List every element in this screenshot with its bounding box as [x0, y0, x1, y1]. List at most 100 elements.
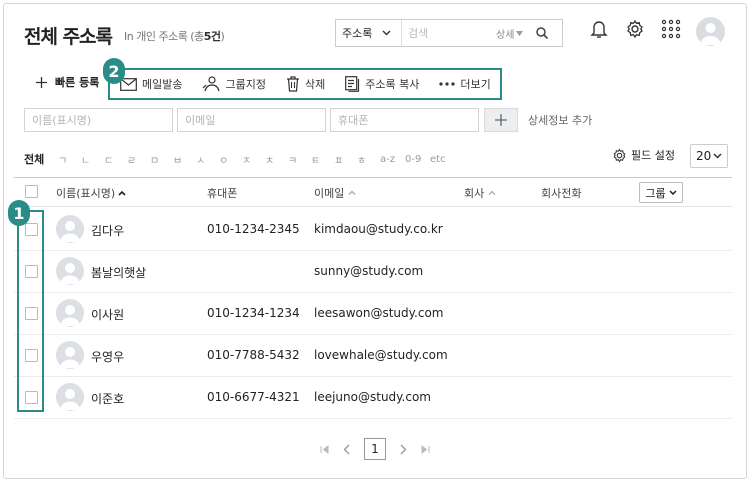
copy-document-icon: [345, 76, 360, 92]
callout-badge-2: 2: [103, 58, 125, 84]
bell-icon[interactable]: [588, 18, 610, 40]
add-contact-button[interactable]: [484, 108, 518, 132]
table-row[interactable]: 우영우 010-7788-5432 lovewhale@study.com: [0, 334, 740, 376]
search-scope-select[interactable]: 주소록: [336, 20, 402, 46]
initial-filter-2[interactable]: ㄴ: [81, 152, 104, 167]
trash-icon: [286, 76, 299, 92]
more-button[interactable]: 더보기: [439, 76, 491, 92]
select-all-checkbox[interactable]: [25, 185, 38, 198]
field-setting-label: 필드 설정: [631, 149, 675, 162]
contact-avatar: [56, 341, 84, 369]
phone-field[interactable]: [330, 108, 479, 132]
address-book-subtitle: In 개인 주소록 (총5건): [124, 28, 225, 44]
last-page-icon[interactable]: [421, 444, 430, 454]
search-input[interactable]: [402, 26, 496, 40]
user-group-icon: [203, 76, 221, 92]
contact-email[interactable]: leejuno@study.com: [314, 390, 431, 404]
gear-icon[interactable]: [624, 18, 646, 40]
initial-filter-5[interactable]: ㅁ: [150, 152, 173, 167]
initial-filter-3[interactable]: ㄷ: [104, 152, 127, 167]
contact-name[interactable]: 이사원: [91, 306, 124, 323]
column-company[interactable]: 회사: [464, 185, 496, 201]
column-company-label: 회사: [464, 187, 485, 200]
initial-filter-14[interactable]: ㅎ: [357, 152, 380, 167]
initial-filter-7[interactable]: ㅅ: [196, 152, 219, 167]
contact-email[interactable]: sunny@study.com: [314, 264, 423, 278]
contact-name[interactable]: 우영우: [91, 348, 124, 365]
quick-add-button[interactable]: 빠른 등록: [36, 74, 99, 90]
contact-name[interactable]: 김다우: [91, 222, 124, 239]
initial-filter-16[interactable]: 0-9: [405, 154, 430, 165]
column-name[interactable]: 이름(표시명): [56, 185, 126, 201]
contact-name[interactable]: 이준호: [91, 390, 124, 407]
copy-address-book-button[interactable]: 주소록 복사: [345, 76, 419, 92]
table-row[interactable]: 봄날의햇살 sunny@study.com: [0, 250, 740, 292]
contact-avatar: [56, 215, 84, 243]
initial-filter-4[interactable]: ㄹ: [127, 152, 150, 167]
initial-filter-17[interactable]: etc: [430, 154, 446, 165]
initial-filter-9[interactable]: ㅈ: [242, 152, 265, 167]
initial-filter-11[interactable]: ㅋ: [288, 152, 311, 167]
gear-icon: [613, 148, 626, 162]
contact-email[interactable]: lovewhale@study.com: [314, 348, 448, 362]
group-assign-label: 그룹지정: [225, 78, 266, 91]
initial-filter-10[interactable]: ㅊ: [265, 152, 288, 167]
initial-filter-15[interactable]: a-z: [380, 154, 405, 165]
initial-filter-8[interactable]: ㅇ: [219, 152, 242, 167]
user-avatar[interactable]: [696, 17, 725, 46]
table-header: 이름(표시명) 휴대폰 이메일 회사 회사전화: [0, 182, 740, 204]
contact-phone: 010-7788-5432: [207, 348, 300, 362]
column-company-phone: 회사전화: [541, 187, 582, 200]
initial-filter-12[interactable]: ㅌ: [311, 152, 334, 167]
send-mail-button[interactable]: 메일발송: [120, 76, 182, 92]
contact-phone: 010-1234-1234: [207, 306, 300, 320]
contact-name[interactable]: 봄날의햇살: [91, 264, 146, 281]
email-field[interactable]: [177, 108, 326, 132]
table-top-border: [14, 177, 732, 178]
search-detail-button[interactable]: 상세: [496, 26, 524, 41]
first-page-icon[interactable]: [320, 444, 329, 454]
table-row[interactable]: 김다우 010-1234-2345 kimdaou@study.co.kr: [0, 208, 740, 250]
checkbox-highlight-box: [17, 210, 44, 412]
chevron-down-icon: [713, 153, 722, 159]
delete-label: 삭제: [304, 78, 326, 91]
initial-filter-1[interactable]: ㄱ: [58, 152, 81, 167]
initial-filter-6[interactable]: ㅂ: [173, 152, 196, 167]
column-email-label: 이메일: [314, 187, 345, 200]
initial-filter-13[interactable]: ㅍ: [334, 152, 357, 167]
app-grid-icon[interactable]: [660, 18, 682, 40]
sort-icon: [488, 190, 496, 195]
add-detail-link[interactable]: 상세정보 추가: [528, 112, 592, 128]
group-filter-select[interactable]: 그룹: [639, 182, 683, 203]
contact-email[interactable]: leesawon@study.com: [314, 306, 443, 320]
search-icon[interactable]: [535, 26, 549, 40]
table-row[interactable]: 이사원 010-1234-1234 leesawon@study.com: [0, 292, 740, 334]
per-page-select[interactable]: 20: [690, 144, 728, 168]
column-email[interactable]: 이메일: [314, 185, 356, 201]
contact-phone: 010-1234-2345: [207, 222, 300, 236]
initial-filter-bar: 전체 ㄱㄴㄷㄹㅁㅂㅅㅇㅈㅊㅋㅌㅍㅎ a-z 0-9 etc: [24, 151, 446, 167]
contact-email[interactable]: kimdaou@study.co.kr: [314, 222, 443, 236]
pagination: 1: [320, 438, 430, 460]
table-row[interactable]: 이준호 010-6677-4321 leejuno@study.com: [0, 376, 740, 418]
contact-avatar: [56, 383, 84, 411]
chevron-down-icon: [669, 190, 677, 195]
search-detail-label: 상세: [496, 29, 515, 41]
contact-avatar: [56, 299, 84, 327]
plus-icon: [495, 114, 507, 126]
initial-filter-0[interactable]: 전체: [24, 151, 58, 167]
current-page[interactable]: 1: [364, 438, 386, 460]
next-page-icon[interactable]: [400, 444, 407, 455]
more-dots-icon: [439, 82, 455, 86]
subtitle-prefix: In 개인 주소록 (총: [124, 30, 204, 43]
table-header-divider: [14, 206, 732, 207]
delete-button[interactable]: 삭제: [286, 76, 325, 92]
group-assign-button[interactable]: 그룹지정: [202, 76, 266, 92]
sort-icon: [348, 190, 356, 195]
prev-page-icon[interactable]: [343, 444, 350, 455]
contact-avatar: [56, 257, 84, 285]
per-page-value: 20: [696, 149, 712, 163]
subtitle-suffix: ): [220, 30, 225, 43]
field-setting-button[interactable]: 필드 설정: [612, 147, 675, 163]
name-field[interactable]: [24, 108, 173, 132]
